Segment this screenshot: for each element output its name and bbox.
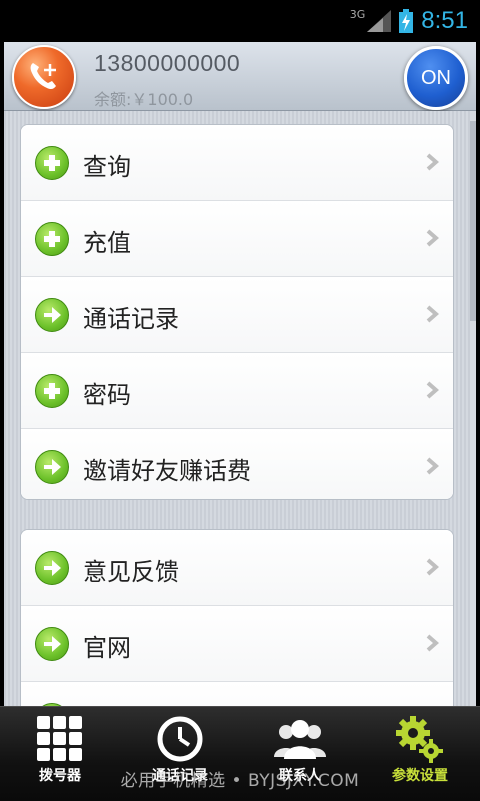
- menu-item-recharge[interactable]: 充值: [21, 201, 453, 277]
- chevron-right-icon: [426, 558, 439, 576]
- scrollbar[interactable]: [470, 111, 476, 706]
- tab-call-log[interactable]: 通话记录: [120, 707, 240, 801]
- menu-item-feedback[interactable]: 意见反馈: [21, 530, 453, 606]
- tab-label: 参数设置: [392, 768, 448, 784]
- tab-label: 联系人: [279, 768, 321, 784]
- phone-handset-icon: [30, 63, 56, 90]
- clock-icon: [157, 716, 203, 762]
- chevron-right-icon: [426, 381, 439, 399]
- clock-time: 8:51: [421, 7, 468, 34]
- phone-number: 13800000000: [94, 50, 241, 76]
- balance-text: 余额:￥100.0: [94, 90, 194, 109]
- network-type: 3G: [349, 7, 366, 21]
- chevron-right-icon: [426, 305, 439, 323]
- plus-circle-icon: [35, 374, 69, 408]
- menu-item-label: 查询: [83, 153, 131, 181]
- menu-item-label: 密码: [83, 381, 131, 409]
- menu-item-label: 邀请好友赚话费: [83, 457, 251, 485]
- bottom-nav: 拨号器 通话记录 联系人 参数设置: [0, 706, 480, 801]
- chevron-right-icon: [426, 457, 439, 475]
- chevron-right-icon: [426, 229, 439, 247]
- arrow-circle-icon: [35, 450, 69, 484]
- menu-item-label: 官网: [83, 634, 131, 662]
- arrow-circle-icon: [35, 298, 69, 332]
- arrow-circle-icon: [35, 627, 69, 661]
- scrollbar-thumb[interactable]: [470, 121, 476, 321]
- menu-item-call-log[interactable]: 通话记录: [21, 277, 453, 353]
- on-button[interactable]: ON: [404, 46, 468, 110]
- menu-item-invite-friends[interactable]: 邀请好友赚话费: [21, 429, 453, 499]
- battery-charging-icon: [399, 9, 414, 33]
- menu-item-partial[interactable]: [21, 682, 453, 706]
- status-bar: 3G 8:51: [0, 0, 480, 42]
- settings-menu: 查询 充值 通话记录 密码 邀请好友赚话费 意见反馈 官网: [4, 111, 470, 706]
- menu-item-label: 意见反馈: [83, 558, 179, 586]
- menu-item-official-site[interactable]: 官网: [21, 606, 453, 682]
- menu-item-password[interactable]: 密码: [21, 353, 453, 429]
- arrow-circle-icon: [35, 551, 69, 585]
- tab-label: 拨号器: [39, 768, 81, 784]
- app-logo: [12, 45, 76, 109]
- menu-group-secondary: 意见反馈 官网: [20, 529, 454, 706]
- tab-label: 通话记录: [152, 768, 208, 784]
- gear-icon: [396, 716, 443, 763]
- contacts-icon: [274, 720, 326, 759]
- tab-contacts[interactable]: 联系人: [240, 707, 360, 801]
- menu-item-label: 通话记录: [83, 305, 179, 333]
- chevron-right-icon: [426, 153, 439, 171]
- tab-settings[interactable]: 参数设置: [360, 707, 480, 801]
- tab-dialer[interactable]: 拨号器: [0, 707, 120, 801]
- dialpad-icon: [37, 716, 82, 761]
- chevron-right-icon: [426, 634, 439, 652]
- plus-circle-icon: [35, 146, 69, 180]
- menu-item-query[interactable]: 查询: [21, 125, 453, 201]
- menu-group-main: 查询 充值 通话记录 密码 邀请好友赚话费: [20, 124, 454, 500]
- menu-item-label: 充值: [83, 229, 131, 257]
- signal-icon: [367, 10, 392, 32]
- plus-circle-icon: [35, 222, 69, 256]
- account-header: 13800000000 余额:￥100.0 ON: [4, 42, 476, 111]
